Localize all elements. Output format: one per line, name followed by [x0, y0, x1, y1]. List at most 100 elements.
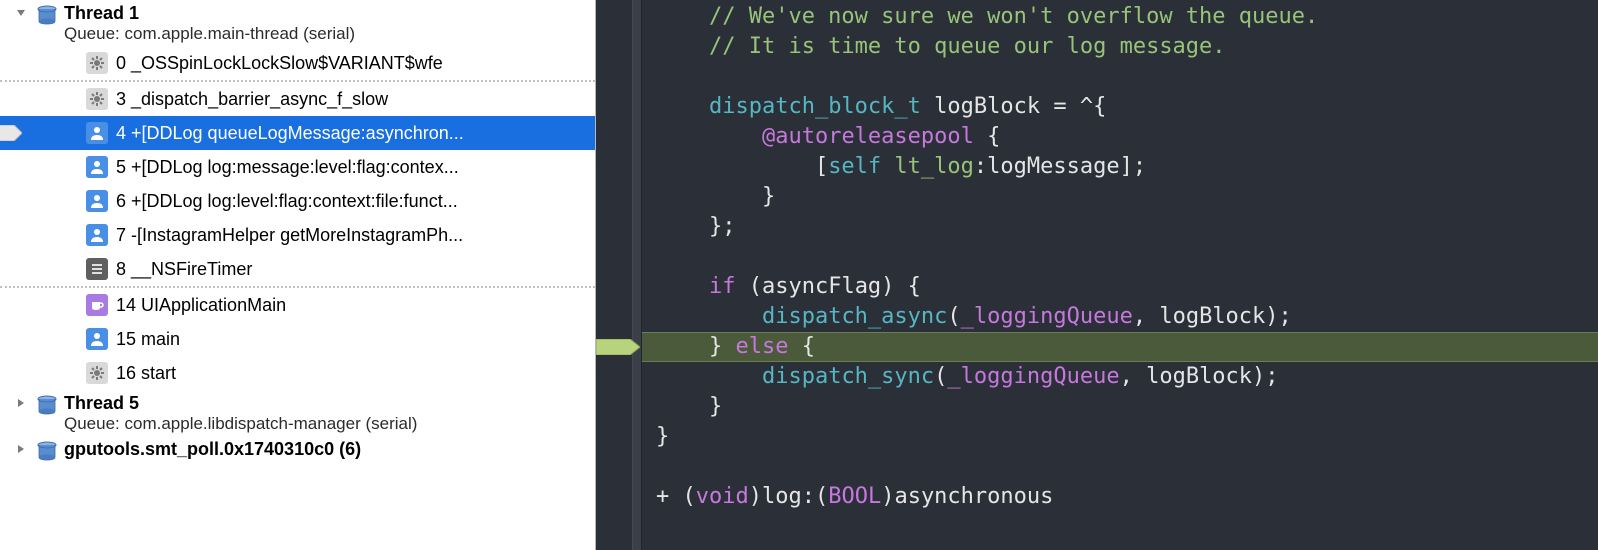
code-token: (asyncFlag) { — [735, 274, 920, 299]
code-token: _loggingQueue — [947, 364, 1119, 389]
code-line[interactable] — [656, 242, 1598, 272]
code-token: // It is time to queue our log message. — [656, 34, 1226, 59]
debug-navigator-sidebar[interactable]: Thread 1Queue: com.apple.main-thread (se… — [0, 0, 596, 550]
editor-scrollbar[interactable] — [1582, 0, 1596, 550]
thread-spool-icon — [34, 393, 60, 417]
code-token: )log:( — [749, 484, 828, 509]
code-token: ( — [947, 304, 960, 329]
code-token: + ( — [656, 484, 696, 509]
code-token: } — [656, 424, 669, 449]
stack-frame-row[interactable]: 16 start — [0, 356, 595, 390]
stack-frame-row[interactable]: 0 _OSSpinLockLockSlow$VARIANT$wfe — [0, 46, 595, 80]
code-content[interactable]: // We've now sure we won't overflow the … — [642, 0, 1598, 550]
stack-frame-row[interactable]: 3 _dispatch_barrier_async_f_slow — [0, 82, 595, 116]
code-token — [656, 274, 709, 299]
code-line[interactable]: } else { — [656, 332, 1598, 362]
gear-icon — [86, 362, 108, 384]
thread-title: Thread 1 — [64, 3, 355, 24]
code-token: BOOL — [828, 484, 881, 509]
code-line[interactable]: dispatch_block_t logBlock = ^{ — [656, 92, 1598, 122]
user-icon — [86, 328, 108, 350]
code-token — [656, 124, 762, 149]
stack-frame-row[interactable]: 6 +[DDLog log:level:flag:context:file:fu… — [0, 184, 595, 218]
thread-title: gputools.smt_poll.0x1740310c0 (6) — [64, 439, 361, 460]
code-line[interactable]: // We've now sure we won't overflow the … — [656, 2, 1598, 32]
code-token — [656, 304, 762, 329]
code-token: )asynchronous — [881, 484, 1053, 509]
code-token: [ — [656, 154, 828, 179]
code-token: self — [828, 154, 881, 179]
disclosure-triangle-icon[interactable] — [8, 393, 34, 409]
cup-icon — [86, 294, 108, 316]
stack-frame-label: 3 _dispatch_barrier_async_f_slow — [116, 89, 595, 110]
code-token: { — [788, 334, 815, 359]
code-token: lt_log — [894, 154, 973, 179]
code-line[interactable]: } — [656, 422, 1598, 452]
code-token: _loggingQueue — [961, 304, 1133, 329]
stack-frame-label: 0 _OSSpinLockLockSlow$VARIANT$wfe — [116, 53, 595, 74]
code-token — [656, 364, 762, 389]
code-line[interactable] — [656, 62, 1598, 92]
user-icon — [86, 224, 108, 246]
code-token: } — [656, 394, 722, 419]
source-editor[interactable]: // We've now sure we won't overflow the … — [596, 0, 1598, 550]
stack-frame-row[interactable]: 4 +[DDLog queueLogMessage:asynchron... — [0, 116, 595, 150]
code-token: dispatch_async — [762, 304, 947, 329]
code-token: @autoreleasepool — [762, 124, 974, 149]
thread-title: Thread 5 — [64, 393, 417, 414]
stack-frame-label: 15 main — [116, 329, 595, 350]
code-line[interactable]: dispatch_async(_loggingQueue, logBlock); — [656, 302, 1598, 332]
code-token: }; — [656, 214, 735, 239]
stack-frame-row[interactable]: 14 UIApplicationMain — [0, 288, 595, 322]
code-line[interactable]: } — [656, 182, 1598, 212]
stack-frame-label: 8 __NSFireTimer — [116, 259, 595, 280]
code-token: // We've now sure we won't overflow the … — [656, 4, 1318, 29]
code-line[interactable]: @autoreleasepool { — [656, 122, 1598, 152]
thread-spool-icon — [34, 3, 60, 27]
code-token: , logBlock); — [1133, 304, 1292, 329]
stack-frame-label: 6 +[DDLog log:level:flag:context:file:fu… — [116, 191, 595, 212]
editor-gutter[interactable] — [596, 0, 642, 550]
stack-frame-label: 14 UIApplicationMain — [116, 295, 595, 316]
disclosure-triangle-icon[interactable] — [8, 439, 34, 455]
execution-pointer-icon — [596, 332, 640, 362]
code-token: , logBlock); — [1120, 364, 1279, 389]
code-token: :logMessage]; — [974, 154, 1146, 179]
thread-spool-icon — [34, 439, 60, 463]
stack-frame-row[interactable]: 7 -[InstagramHelper getMoreInstagramPh..… — [0, 218, 595, 252]
stack-frame-label: 16 start — [116, 363, 595, 384]
disclosure-triangle-icon[interactable] — [8, 3, 34, 19]
thread-header[interactable]: Thread 5Queue: com.apple.libdispatch-man… — [0, 390, 595, 436]
stack-frame-row[interactable]: 8 __NSFireTimer — [0, 252, 595, 286]
code-line[interactable]: }; — [656, 212, 1598, 242]
list-icon — [86, 258, 108, 280]
thread-subtitle: Queue: com.apple.main-thread (serial) — [64, 24, 355, 44]
code-token: logBlock = ^{ — [921, 94, 1106, 119]
code-line[interactable]: dispatch_sync(_loggingQueue, logBlock); — [656, 362, 1598, 392]
gear-icon — [86, 88, 108, 110]
thread-header[interactable]: gputools.smt_poll.0x1740310c0 (6) — [0, 436, 595, 466]
stack-frame-label: 4 +[DDLog queueLogMessage:asynchron... — [116, 123, 595, 144]
code-line[interactable] — [656, 452, 1598, 482]
code-token: } — [656, 334, 735, 359]
user-icon — [86, 190, 108, 212]
stack-frame-label: 5 +[DDLog log:message:level:flag:contex.… — [116, 157, 595, 178]
code-token: ( — [934, 364, 947, 389]
thread-subtitle: Queue: com.apple.libdispatch-manager (se… — [64, 414, 417, 434]
gear-icon — [86, 52, 108, 74]
code-token: dispatch_sync — [762, 364, 934, 389]
code-line[interactable]: if (asyncFlag) { — [656, 272, 1598, 302]
stack-frame-label: 7 -[InstagramHelper getMoreInstagramPh..… — [116, 225, 595, 246]
code-line[interactable]: [self lt_log:logMessage]; — [656, 152, 1598, 182]
code-token — [656, 94, 709, 119]
breakpoint-arrow-icon — [0, 122, 22, 144]
thread-header[interactable]: Thread 1Queue: com.apple.main-thread (se… — [0, 0, 595, 46]
code-token: } — [656, 184, 775, 209]
code-line[interactable]: } — [656, 392, 1598, 422]
code-line[interactable]: + (void)log:(BOOL)asynchronous — [656, 482, 1598, 512]
stack-frame-row[interactable]: 15 main — [0, 322, 595, 356]
code-line[interactable]: // It is time to queue our log message. — [656, 32, 1598, 62]
code-token: dispatch_block_t — [709, 94, 921, 119]
code-token: { — [974, 124, 1001, 149]
stack-frame-row[interactable]: 5 +[DDLog log:message:level:flag:contex.… — [0, 150, 595, 184]
